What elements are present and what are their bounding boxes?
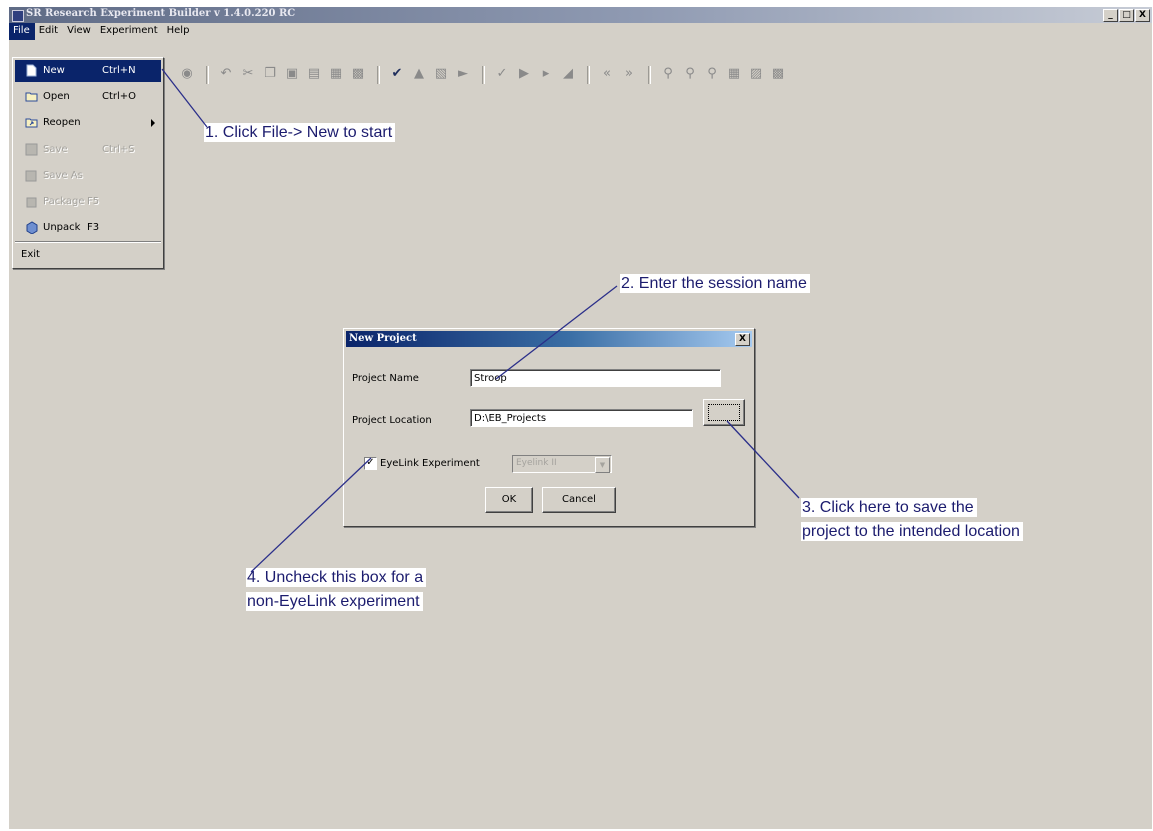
eyelink-experiment-label: EyeLink Experiment xyxy=(380,458,480,469)
menu-item-label: Save xyxy=(43,144,68,155)
file-menu-reopen[interactable]: Reopen xyxy=(15,112,161,134)
file-menu-open[interactable]: Open Ctrl+O xyxy=(15,86,161,108)
toolbar-separator xyxy=(648,66,651,84)
open-folder-icon xyxy=(25,92,38,102)
file-menu-exit[interactable]: Exit xyxy=(15,244,161,266)
toolbar: ◉ ↶ ✂ ❐ ▣ ▤ ▦ ▩ ✔ ▲ ▧ ► ✓ ▶ ▸ ◢ « » ⚲ ⚲ … xyxy=(9,58,1152,90)
menu-item-shortcut: F3 xyxy=(87,222,100,233)
save-as-icon xyxy=(25,170,37,182)
menu-item-shortcut: Ctrl+O xyxy=(102,91,137,102)
menu-item-label: Exit xyxy=(21,249,40,260)
app-icon xyxy=(12,10,24,22)
annotation-step-4-line-1: 4. Uncheck this box for a xyxy=(246,568,427,587)
menu-separator xyxy=(15,241,161,243)
delete-icon[interactable]: ▦ xyxy=(329,67,343,81)
project-name-input[interactable]: Stroop xyxy=(470,369,721,387)
menu-view[interactable]: View xyxy=(63,23,96,40)
check-icon[interactable]: ✔ xyxy=(390,67,404,81)
toolbar-separator xyxy=(206,66,209,84)
menu-experiment[interactable]: Experiment xyxy=(96,23,163,40)
toolbar-separator xyxy=(587,66,590,84)
save-icon xyxy=(25,143,38,156)
annotation-step-3-line-1: 3. Click here to save the xyxy=(801,498,977,517)
menu-edit[interactable]: Edit xyxy=(35,23,63,40)
cancel-button[interactable]: Cancel xyxy=(542,487,616,513)
menu-bar: File Edit View Experiment Help xyxy=(9,23,1152,40)
close-window-button[interactable]: X xyxy=(1135,9,1150,22)
paste-special-icon[interactable]: ▤ xyxy=(307,67,321,81)
play-icon[interactable]: ▸ xyxy=(539,67,553,81)
annotation-step-1: 1. Click File-> New to start xyxy=(204,123,396,142)
validate-icon[interactable]: ✓ xyxy=(495,67,509,81)
run-icon[interactable]: ▶ xyxy=(517,67,531,81)
build-icon[interactable]: ▲ xyxy=(412,67,426,81)
package-icon[interactable]: ◉ xyxy=(180,67,194,81)
grid-icon[interactable]: ▦ xyxy=(727,67,741,81)
menu-item-label: Open xyxy=(43,91,70,102)
zoom-in-icon[interactable]: ⚲ xyxy=(683,67,697,81)
eyelink-model-value: Eyelink II xyxy=(516,458,557,468)
unpack-icon xyxy=(26,221,38,234)
minimize-button[interactable]: _ xyxy=(1103,9,1118,22)
menu-item-label: New xyxy=(43,65,65,76)
dialog-title: New Project xyxy=(349,333,417,344)
paste-icon[interactable]: ▣ xyxy=(285,67,299,81)
window-controls: _ □ X xyxy=(1103,9,1150,22)
stop-icon[interactable]: ◢ xyxy=(561,67,575,81)
project-location-input[interactable]: D:\EB_Projects xyxy=(470,409,693,427)
menu-file[interactable]: File xyxy=(9,23,35,40)
new-document-icon xyxy=(26,64,37,77)
zoom-out-icon[interactable]: ⚲ xyxy=(705,67,719,81)
menu-item-shortcut: Ctrl+N xyxy=(102,65,136,76)
toolbar-separator xyxy=(377,66,380,84)
new-project-dialog: New Project X Project Name Stroop Projec… xyxy=(343,328,755,527)
file-menu-package[interactable]: Package F5 xyxy=(15,191,161,213)
annotation-step-2: 2. Enter the session name xyxy=(620,274,810,293)
menu-item-label: Package xyxy=(43,196,85,207)
menu-item-label: Reopen xyxy=(43,117,81,128)
dialog-title-bar: New Project X xyxy=(346,331,752,347)
deploy-icon[interactable]: ► xyxy=(456,67,470,81)
layout-icon[interactable]: ▨ xyxy=(749,67,763,81)
copy-icon[interactable]: ❐ xyxy=(263,67,277,81)
annotation-step-4-line-2: non-EyeLink experiment xyxy=(246,592,423,611)
menu-item-shortcut: F5 xyxy=(87,196,100,207)
dialog-close-button[interactable]: X xyxy=(735,333,750,346)
browse-location-button[interactable] xyxy=(703,399,745,426)
annotation-step-3-line-2: project to the intended location xyxy=(801,522,1023,541)
file-menu-dropdown: New Ctrl+N Open Ctrl+O Reopen Save Ctrl+… xyxy=(12,57,164,269)
package-icon xyxy=(26,197,37,208)
menu-item-label: Unpack xyxy=(43,222,81,233)
test-icon[interactable]: ▧ xyxy=(434,67,448,81)
properties-icon[interactable]: ▩ xyxy=(351,67,365,81)
submenu-arrow-icon xyxy=(151,119,155,127)
fast-forward-icon[interactable]: » xyxy=(622,67,636,81)
menu-item-label: Save As xyxy=(43,170,83,181)
title-bar: SR Research Experiment Builder v 1.4.0.2… xyxy=(9,7,1152,23)
eyelink-model-select[interactable]: Eyelink II ▼ xyxy=(512,455,612,473)
undo-icon[interactable]: ↶ xyxy=(219,67,233,81)
file-menu-new[interactable]: New Ctrl+N xyxy=(15,60,161,82)
window-title: SR Research Experiment Builder v 1.4.0.2… xyxy=(26,8,296,19)
reopen-icon xyxy=(25,118,38,128)
tile-icon[interactable]: ▩ xyxy=(771,67,785,81)
rewind-icon[interactable]: « xyxy=(600,67,614,81)
ok-button[interactable]: OK xyxy=(485,487,533,513)
menu-item-shortcut: Ctrl+S xyxy=(102,144,135,155)
chevron-down-icon: ▼ xyxy=(595,457,610,473)
toolbar-separator xyxy=(482,66,485,84)
project-name-label: Project Name xyxy=(352,373,419,384)
cut-icon[interactable]: ✂ xyxy=(241,67,255,81)
eyelink-experiment-checkbox[interactable]: ✓ xyxy=(364,457,377,470)
maximize-button[interactable]: □ xyxy=(1119,9,1134,22)
file-menu-save[interactable]: Save Ctrl+S xyxy=(15,139,161,161)
menu-help[interactable]: Help xyxy=(163,23,195,40)
file-menu-unpack[interactable]: Unpack F3 xyxy=(15,217,161,239)
project-location-label: Project Location xyxy=(352,415,432,426)
application-window: SR Research Experiment Builder v 1.4.0.2… xyxy=(9,7,1152,829)
file-menu-save-as[interactable]: Save As xyxy=(15,165,161,187)
zoom-fit-icon[interactable]: ⚲ xyxy=(661,67,675,81)
focus-rectangle xyxy=(708,404,740,421)
